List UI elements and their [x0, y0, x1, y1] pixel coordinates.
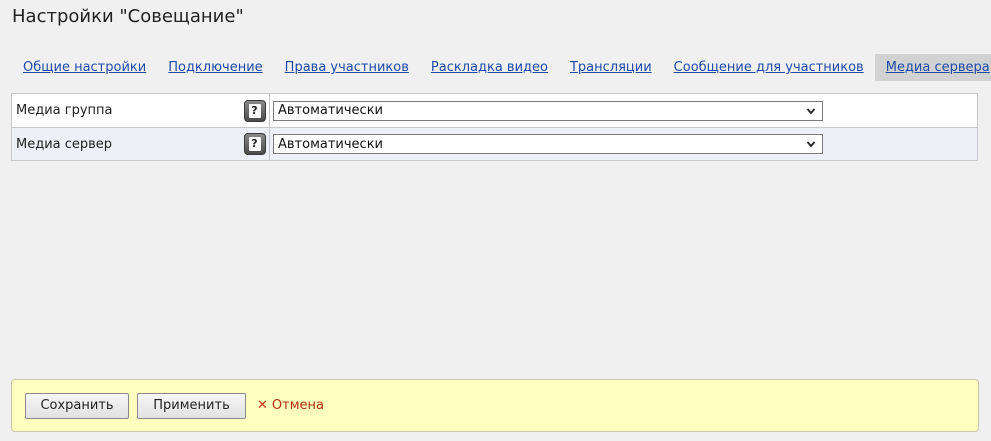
- chevron-down-icon: [806, 141, 816, 148]
- cancel-link[interactable]: ✕ Отмена: [257, 398, 324, 413]
- select-value: Автоматически: [278, 136, 384, 152]
- tab-media-servers[interactable]: Медиа сервера: [874, 54, 991, 81]
- chevron-down-icon: [806, 107, 816, 114]
- page-title: Настройки "Совещание": [12, 6, 244, 27]
- help-icon[interactable]: ?: [243, 99, 266, 122]
- action-bar: Сохранить Применить ✕ Отмена: [11, 379, 979, 432]
- tab-broadcasts[interactable]: Трансляции: [559, 54, 663, 81]
- setting-row-media-server: Медиа сервер ? Автоматически: [12, 127, 977, 160]
- setting-row-media-group: Медиа группа ? Автоматически: [12, 94, 977, 127]
- cancel-label: Отмена: [271, 398, 324, 413]
- tab-participant-message[interactable]: Сообщение для участников: [663, 54, 875, 81]
- tab-general-settings[interactable]: Общие настройки: [12, 54, 157, 81]
- settings-tabs: Общие настройки Подключение Права участн…: [12, 54, 991, 81]
- help-icon[interactable]: ?: [243, 133, 266, 155]
- media-server-select[interactable]: Автоматически: [273, 134, 823, 154]
- close-icon: ✕: [257, 398, 268, 413]
- setting-label: Медиа группа: [16, 103, 113, 118]
- tab-video-layout[interactable]: Раскладка видео: [420, 54, 559, 81]
- select-value: Автоматически: [278, 103, 384, 118]
- tab-participant-rights[interactable]: Права участников: [274, 54, 420, 81]
- media-group-select[interactable]: Автоматически: [273, 100, 823, 121]
- save-button[interactable]: Сохранить: [25, 392, 129, 419]
- setting-label: Медиа сервер: [16, 136, 113, 152]
- tab-connection[interactable]: Подключение: [157, 54, 273, 81]
- settings-table: Медиа группа ? Автоматически Медиа серве…: [11, 93, 978, 161]
- apply-button[interactable]: Применить: [137, 392, 246, 419]
